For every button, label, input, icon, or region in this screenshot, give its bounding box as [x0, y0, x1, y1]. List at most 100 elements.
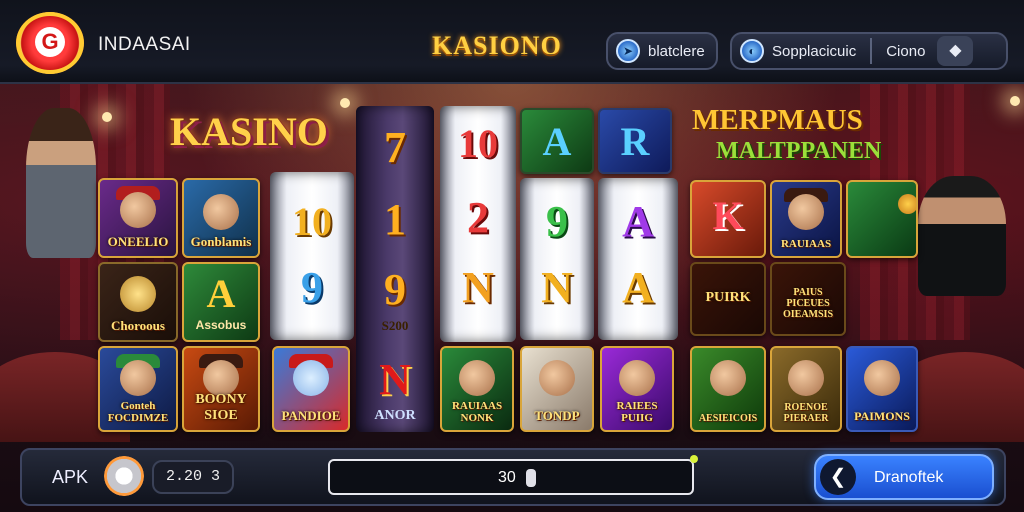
reel-symbol: N — [541, 263, 573, 312]
chevron-left-icon: ❮ — [820, 459, 856, 495]
apk-label[interactable]: APK — [52, 467, 88, 488]
character-icon — [203, 194, 239, 230]
tile-label: Choroous — [111, 318, 165, 333]
game-tile[interactable]: RAIEES PUIIG — [600, 346, 674, 432]
dealer-left — [26, 108, 96, 258]
game-tile[interactable]: K — [690, 180, 766, 258]
character-icon — [788, 194, 824, 230]
game-tile[interactable]: BOONY SIOE — [182, 346, 260, 432]
tile-label: ONEELIO — [107, 234, 169, 249]
arrow-icon: ➤ — [616, 39, 640, 63]
tile-label: Gonteh FOCDIMZE — [107, 400, 169, 424]
tile-symbol: K — [712, 193, 744, 238]
tile-label: PANDIOE — [281, 408, 341, 423]
tile-label: Gonblamis — [190, 234, 252, 249]
game-tile[interactable]: AESIEICOIS — [690, 346, 766, 432]
chip-icon — [898, 194, 916, 214]
game-tile[interactable]: R — [598, 108, 672, 174]
slot-reel[interactable]: 10 9 — [270, 172, 354, 340]
ceiling-lamp — [102, 112, 112, 122]
tile-label: TONDP — [534, 408, 580, 423]
header-search-bar[interactable]: ◐ Sopplacicuic Ciono ◆ — [730, 32, 1008, 70]
ceiling-lamp — [340, 98, 350, 108]
tile-symbol: R — [620, 119, 650, 164]
game-tile[interactable]: RAUIAAS NONK — [440, 346, 514, 432]
game-tile[interactable]: PANDIOE — [272, 346, 350, 432]
game-tile[interactable]: A Assobus — [182, 262, 260, 342]
tile-label: PAIMONS — [854, 409, 910, 423]
reel-symbol: N — [462, 263, 494, 312]
reel-symbol: 2 — [467, 193, 489, 242]
game-tile[interactable]: Choroous — [98, 262, 178, 342]
reel-symbol: 9 — [384, 265, 406, 314]
bet-value: 30 — [498, 469, 516, 486]
reel-symbol: 10 — [292, 199, 332, 244]
slot-reel[interactable]: 7 1 9 S200 N ANOR — [356, 106, 434, 432]
download-button[interactable]: ❮ Dranoftek — [814, 454, 994, 500]
reel-symbol: 9 — [546, 197, 568, 246]
reel-symbol: A — [622, 263, 654, 312]
reel-label: ANOR — [374, 408, 416, 423]
tile-label: PAIUS PICEUES OIEAMSIS — [782, 287, 833, 320]
tile-label: RAUIAAS — [780, 238, 832, 250]
reel-symbol: N — [379, 355, 411, 404]
pill-secondary-label: Ciono — [886, 42, 926, 60]
game-tile[interactable] — [846, 180, 918, 258]
character-icon — [710, 360, 746, 396]
character-icon — [459, 360, 495, 396]
bet-slider[interactable]: 30 — [328, 455, 698, 495]
reel-symbol: A — [622, 197, 654, 246]
character-icon — [864, 360, 900, 396]
credits-display: 2.20 3 — [152, 460, 234, 494]
game-tile[interactable]: PAIUS PICEUES OIEAMSIS — [770, 262, 846, 336]
character-icon — [619, 360, 655, 396]
logo-letter: G — [35, 27, 65, 57]
tile-label: ROENOE PIERAER — [783, 402, 829, 424]
game-tile[interactable]: TONDP — [520, 346, 594, 432]
gauge-icon: ◐ — [740, 39, 764, 63]
game-tile[interactable]: PUIRK — [690, 262, 766, 336]
shield-icon[interactable] — [104, 456, 144, 496]
tile-label: PUIRK — [705, 290, 751, 305]
character-icon — [539, 360, 575, 396]
tile-symbol: A — [206, 271, 236, 316]
character-icon — [120, 360, 156, 396]
header-pill-button[interactable]: ➤ blatclere — [606, 32, 718, 70]
coin-icon — [120, 276, 156, 312]
game-tile[interactable]: Gonteh FOCDIMZE — [98, 346, 178, 432]
reel-symbol: 10 — [458, 121, 498, 166]
game-tile[interactable]: Gonblamis — [182, 178, 260, 258]
download-button-label: Dranoftek — [874, 469, 944, 486]
logo[interactable]: G — [16, 12, 84, 74]
tile-label: RAUIAAS NONK — [451, 400, 503, 424]
tile-label: RAIEES PUIIG — [616, 400, 658, 424]
slot-reel[interactable]: A A — [598, 178, 678, 340]
promo-title: MERPMAUS — [692, 104, 863, 136]
game-tile[interactable]: A — [520, 108, 594, 174]
ceiling-lamp — [1010, 96, 1020, 106]
game-tile[interactable]: ONEELIO — [98, 178, 178, 258]
reel-symbol: 9 — [301, 263, 323, 312]
game-tile[interactable]: ROENOE PIERAER — [770, 346, 842, 432]
bottom-bar: APK 2.20 3 30 ❮ Dranoftek — [20, 448, 1006, 506]
character-icon — [788, 360, 824, 396]
reel-symbol: 7 — [384, 123, 406, 172]
diamond-icon[interactable]: ◆ — [937, 36, 974, 66]
divider — [870, 38, 873, 64]
game-tile[interactable]: RAUIAAS — [770, 180, 842, 258]
reel-symbol: 1 — [384, 195, 406, 244]
pill-label: Sopplacicuic — [772, 42, 857, 60]
character-icon — [293, 360, 329, 396]
slot-reel[interactable]: 10 2 N — [440, 106, 516, 342]
character-icon — [120, 192, 156, 228]
tile-label: BOONY SIOE — [195, 392, 247, 423]
character-icon — [203, 360, 239, 396]
slot-reel[interactable]: 9 N — [520, 178, 594, 340]
slider-end-dot — [690, 455, 698, 463]
game-tile[interactable]: PAIMONS — [846, 346, 918, 432]
top-bar: G INDAASAI KASIONO ➤ blatclere ◐ Sopplac… — [0, 0, 1024, 84]
slider-handle[interactable] — [526, 469, 536, 487]
brand-name: INDAASAI — [98, 34, 191, 55]
tile-label: Assobus — [195, 318, 247, 332]
header-title: KASIONO — [432, 31, 562, 60]
